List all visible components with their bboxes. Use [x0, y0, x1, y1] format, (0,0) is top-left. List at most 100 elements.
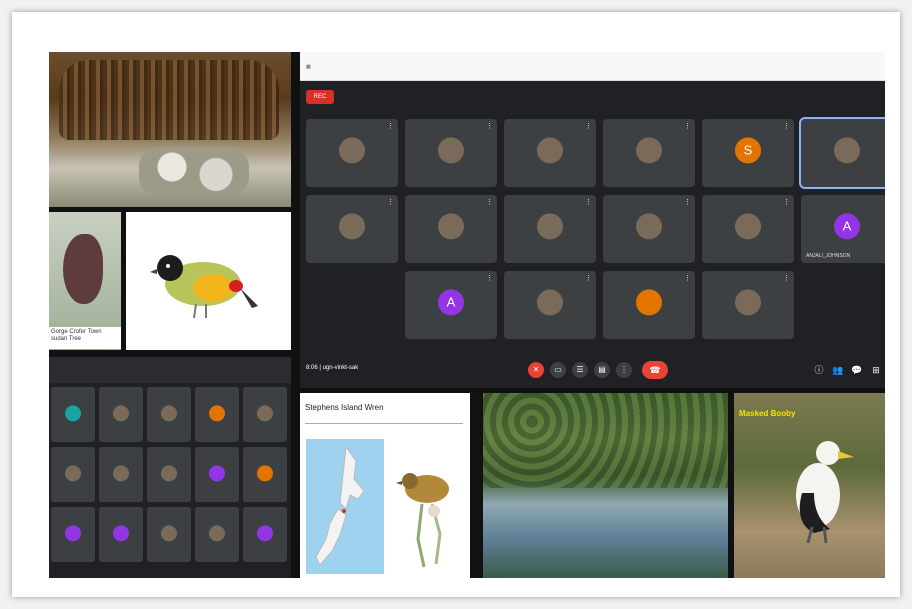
left-grid-tile[interactable]: [51, 507, 95, 562]
recording-badge: REC: [306, 90, 334, 104]
left-grid-tile[interactable]: [51, 387, 95, 442]
left-grid-tile[interactable]: [195, 507, 239, 562]
left-grid-tile[interactable]: [99, 507, 143, 562]
participant-video: [161, 464, 177, 481]
meet-tile[interactable]: ⋮: [504, 195, 596, 263]
tile-menu-icon[interactable]: ⋮: [684, 274, 691, 282]
map-card-title: Stephens Island Wren: [305, 403, 384, 412]
participant-video: [113, 524, 129, 541]
meet-tile[interactable]: ⋮: [306, 195, 398, 263]
participant-video: [257, 464, 273, 481]
people-icon[interactable]: 👥: [832, 364, 844, 376]
participant-video: [636, 213, 662, 240]
meet-tile[interactable]: ⋮: [405, 195, 497, 263]
tile-menu-icon[interactable]: ⋮: [387, 122, 394, 130]
meeting-time-code: 8:06 | ugn-vinkt-sak: [306, 365, 359, 371]
tile-menu-icon[interactable]: ⋮: [585, 198, 592, 206]
collage: Gorge Crofer Town sudan Tree ▦ REC 8:06 …: [49, 52, 885, 578]
meet-tile[interactable]: ⋮: [405, 119, 497, 187]
participant-video: [636, 137, 662, 164]
activities-icon[interactable]: ⊞: [870, 364, 882, 376]
meet-tile[interactable]: ⋮: [799, 117, 885, 189]
left-participant-grid: [49, 357, 291, 578]
tile-menu-icon[interactable]: ⋮: [387, 198, 394, 206]
tile-menu-icon[interactable]: ⋮: [486, 274, 493, 282]
meet-tile[interactable]: A ANJALI_JOHNSON ⋮: [801, 195, 885, 263]
tile-menu-icon[interactable]: ⋮: [684, 122, 691, 130]
bird-illustration: [126, 212, 291, 350]
present-button[interactable]: ▤: [594, 362, 610, 378]
meet-tile[interactable]: ⋮: [603, 195, 695, 263]
left-grid-topbar: [49, 357, 291, 383]
meet-tile[interactable]: S ⋮: [702, 119, 794, 187]
chat-icon[interactable]: 💬: [851, 364, 863, 376]
yellow-bird-icon: [150, 255, 258, 319]
avatar: S: [735, 137, 761, 164]
end-call-button[interactable]: ☎: [642, 361, 668, 379]
map-card-divider: [305, 423, 463, 424]
meet-tile[interactable]: ⋮: [306, 119, 398, 187]
tile-menu-icon[interactable]: ⋮: [585, 274, 592, 282]
participant-video: [257, 404, 273, 421]
info-icon[interactable]: ⓘ: [813, 364, 825, 376]
left-grid-tile[interactable]: [243, 447, 287, 502]
participant-video: [113, 464, 129, 481]
participant-name: ANJALI_JOHNSON: [806, 253, 851, 259]
participant-video: [636, 289, 662, 316]
captions-button[interactable]: ☰: [572, 362, 588, 378]
left-grid-tile[interactable]: [99, 387, 143, 442]
booby-label: Masked Booby: [739, 409, 796, 418]
bookmark-icon[interactable]: ▦: [306, 64, 311, 70]
participant-video: [65, 524, 81, 541]
camera-button[interactable]: ▭: [550, 362, 566, 378]
meet-tile[interactable]: A ⋮: [405, 271, 497, 339]
left-grid-tile[interactable]: [243, 387, 287, 442]
meet-tile[interactable]: ⋮: [702, 195, 794, 263]
participant-video: [65, 404, 81, 421]
left-grid-tile[interactable]: [195, 447, 239, 502]
tile-menu-icon[interactable]: ⋮: [882, 198, 885, 206]
left-grid-tile[interactable]: [195, 387, 239, 442]
map-sea: [306, 439, 384, 574]
participant-video: [438, 213, 464, 240]
participant-video: [257, 524, 273, 541]
participant-video: [537, 137, 563, 164]
left-grid-tile[interactable]: [51, 447, 95, 502]
participant-video: [834, 137, 860, 164]
meet-tile[interactable]: ⋮: [603, 271, 695, 339]
mic-off-button[interactable]: ✕: [528, 362, 544, 378]
participant-video: [161, 524, 177, 541]
tile-menu-icon[interactable]: ⋮: [585, 122, 592, 130]
meet-tile[interactable]: ⋮: [504, 271, 596, 339]
avatar: A: [438, 289, 464, 316]
left-grid-tile[interactable]: [147, 507, 191, 562]
meet-tile[interactable]: ⋮: [504, 119, 596, 187]
tile-menu-icon[interactable]: ⋮: [783, 274, 790, 282]
left-grid-tile[interactable]: [243, 507, 287, 562]
meet-window: ▦ REC 8:06 | ugn-vinkt-sak ✕ ▭ ☰ ▤ ⋮ ☎ ⓘ…: [300, 52, 885, 388]
lake-trees: [483, 393, 728, 488]
brown-bird: [63, 234, 103, 304]
participant-video: [537, 289, 563, 316]
meet-tile[interactable]: ⋮: [702, 271, 794, 339]
wren-illustration-icon: [396, 473, 449, 568]
participant-video: [209, 404, 225, 421]
tile-menu-icon[interactable]: ⋮: [783, 198, 790, 206]
left-grid-tile[interactable]: [99, 447, 143, 502]
participant-video: [735, 213, 761, 240]
left-grid-tile[interactable]: [147, 447, 191, 502]
avatar: A: [834, 213, 860, 240]
meet-tile[interactable]: ⋮: [603, 119, 695, 187]
nest-twigs: [59, 60, 279, 140]
tile-menu-icon[interactable]: ⋮: [783, 122, 790, 130]
tile-menu-icon[interactable]: ⋮: [882, 122, 885, 130]
more-options-button[interactable]: ⋮: [616, 362, 632, 378]
participant-video: [438, 137, 464, 164]
participant-video: [113, 404, 129, 421]
tile-menu-icon[interactable]: ⋮: [684, 198, 691, 206]
tile-menu-icon[interactable]: ⋮: [486, 122, 493, 130]
booby-photo: Masked Booby: [734, 393, 885, 578]
tile-menu-icon[interactable]: ⋮: [486, 198, 493, 206]
left-grid-tile[interactable]: [147, 387, 191, 442]
participant-video: [209, 464, 225, 481]
